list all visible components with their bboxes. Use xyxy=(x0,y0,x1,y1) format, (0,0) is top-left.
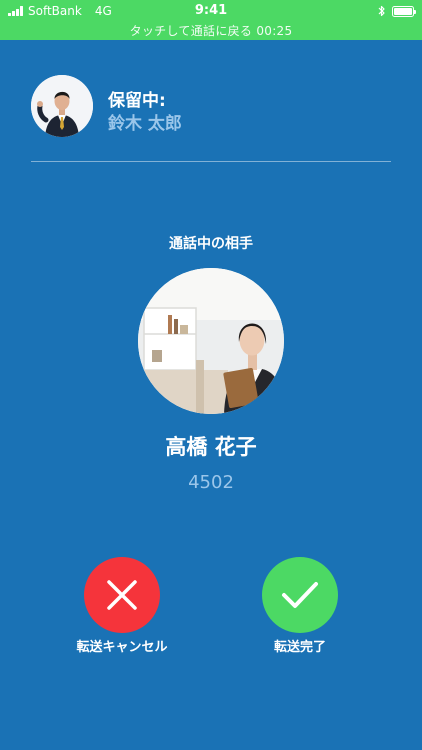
hold-caller-avatar xyxy=(31,75,93,137)
return-to-call-banner[interactable]: タッチして通話に戻る 00:25 xyxy=(0,22,422,39)
clock: 9:41 xyxy=(194,3,228,18)
complete-transfer-button[interactable] xyxy=(262,557,338,633)
current-caller-avatar xyxy=(138,268,284,414)
status-bar[interactable]: SoftBank 4G 9:41 タッチして通話に戻る 00:25 xyxy=(0,0,422,40)
check-icon xyxy=(282,582,318,608)
current-caller-extension: 4502 xyxy=(188,472,234,493)
battery-icon xyxy=(392,5,416,17)
status-indicators xyxy=(378,4,416,18)
hold-status-label: 保留中: xyxy=(108,91,166,111)
current-call-title: 通話中の相手 xyxy=(169,236,253,252)
cancel-transfer-button[interactable] xyxy=(84,557,160,633)
hold-caller-name: 鈴木 太郎 xyxy=(108,114,182,134)
cancel-transfer-label: 転送キャンセル xyxy=(76,640,168,655)
close-icon xyxy=(107,580,137,610)
bluetooth-icon xyxy=(378,5,385,17)
current-caller-name: 高橋 花子 xyxy=(165,435,257,459)
divider xyxy=(31,161,391,162)
complete-transfer-label: 転送完了 xyxy=(273,640,326,655)
